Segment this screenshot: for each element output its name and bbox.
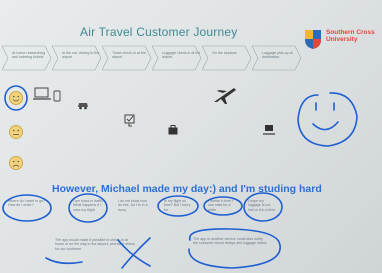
smiley-mouth: [312, 121, 339, 131]
stage-label: Luggage pick-up at destination: [262, 51, 293, 60]
photographed-slide: Air Travel Customer Journey Southern Cro…: [0, 0, 382, 273]
sad-face-icon: [9, 156, 23, 170]
university-name-line2: University: [326, 36, 358, 43]
stage-2: In the car, driving to the airport: [52, 45, 102, 71]
stage-label: Luggage check-in at the airport: [162, 51, 201, 60]
note-4: Is my flight on time? But I hurry for: [164, 199, 191, 212]
stage-1: At home researching and ordering tickets: [2, 45, 52, 71]
stage-3: Ticket check-in at the airport: [102, 45, 152, 71]
check-in-kiosk-icon: [124, 114, 135, 127]
ink-annotations: [2, 85, 358, 269]
note-8: The app or another service could also no…: [193, 237, 267, 246]
stage-label: In the car, driving to the airport: [62, 51, 100, 60]
phone-icon: [53, 90, 61, 102]
note-1: Where do I want to go? How do I order?: [8, 199, 46, 208]
car-icon: [78, 103, 88, 110]
slide-title: Air Travel Customer Journey: [80, 25, 238, 39]
university-name: Southern Cross University: [326, 29, 382, 43]
ink-underline: [45, 257, 83, 265]
stage-label: On the airplane: [212, 51, 237, 55]
handwritten-caption: However, Michael made my day:) and I'm s…: [52, 183, 372, 195]
laptop-icon: [33, 87, 51, 100]
journey-stages-row: At home researching and ordering tickets…: [0, 45, 302, 71]
neutral-face-icon: [9, 125, 23, 139]
caption-text: However, Michael made my day:) and I'm s…: [52, 183, 322, 195]
stage-4: Luggage check-in at the airport: [152, 45, 202, 71]
note-6: I hope my luggage is not lost or it in a…: [248, 199, 276, 212]
note-2: I am stuck in traffic. What happens if I…: [73, 199, 104, 212]
stage-label: Ticket check-in at the airport: [112, 51, 146, 60]
stage-label: At home researching and ordering tickets: [12, 51, 46, 60]
luggage-carousel-icon: [263, 125, 275, 135]
happy-face-icon: [9, 91, 23, 105]
note-5: I needs it from I can miss for a while: [208, 199, 233, 212]
smiley-drawing-icon: [297, 92, 358, 147]
university-name-line1: Southern Cross: [326, 29, 375, 36]
university-shield-icon: [305, 30, 321, 49]
airplane-icon: [214, 88, 236, 104]
stage-6: Luggage pick-up at destination: [252, 45, 302, 71]
chevron-shape: [202, 45, 252, 71]
luggage-icon: [168, 125, 178, 135]
stage-5: On the airplane: [202, 45, 252, 71]
note-7: The app would make it possible to check-…: [55, 238, 135, 251]
note-3: I do not know how do this. Do I'm in a h…: [118, 199, 148, 212]
ink-oval-note-8: [188, 228, 281, 269]
